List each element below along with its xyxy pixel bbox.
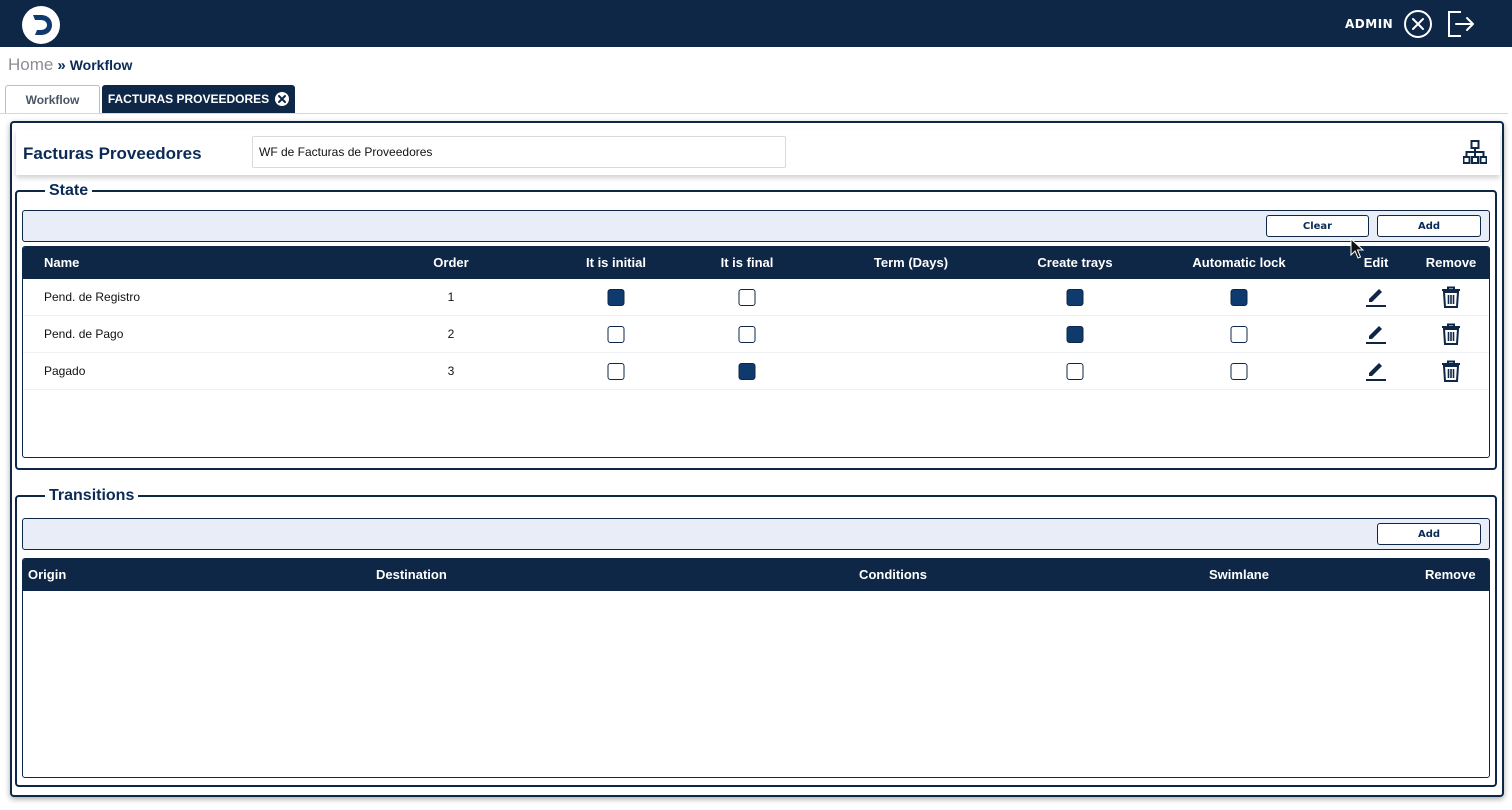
col-create-trays[interactable]: Create trays [1037,247,1112,279]
trash-icon[interactable] [1439,359,1463,383]
col-swimlane[interactable]: Swimlane [1209,559,1269,591]
transitions-toolbar [22,518,1490,550]
table-row[interactable]: Pend. de Pago 2 [23,316,1489,353]
edit-icon[interactable] [1364,285,1388,309]
trash-icon[interactable] [1439,285,1463,309]
it-is-final-checkbox[interactable] [738,363,756,380]
mouse-cursor-icon [1350,237,1365,260]
col-name[interactable]: Name [44,247,79,279]
create-trays-checkbox[interactable] [1066,326,1084,343]
trash-icon[interactable] [1439,322,1463,346]
state-name: Pend. de Pago [44,327,124,341]
col-remove: Remove [1425,255,1477,270]
col-it-is-initial[interactable]: It is initial [586,247,646,279]
app-logo[interactable] [22,6,60,44]
col-edit: Edit [1363,255,1389,270]
tab-label: FACTURAS PROVEEDORES [107,92,270,106]
automatic-lock-checkbox[interactable] [1230,289,1248,306]
edit-icon[interactable] [1364,322,1388,346]
transitions-legend: Transitions [45,487,139,505]
it-is-initial-checkbox[interactable] [607,289,625,306]
it-is-initial-checkbox[interactable] [607,326,625,343]
state-table-header: Name Order It is initial It is final Ter… [23,247,1489,279]
col-term-days[interactable]: Term (Days) [874,247,948,279]
workflow-description-input[interactable] [252,136,786,168]
state-order: 3 [447,364,455,378]
col-destination[interactable]: Destination [376,559,447,591]
add-state-button[interactable]: Add [1377,215,1481,237]
clear-button[interactable]: Clear [1266,215,1369,237]
create-trays-checkbox[interactable] [1066,289,1084,306]
user-label[interactable]: ADMIN [1345,17,1393,31]
transitions-table-header: Origin Destination Conditions Swimlane R… [23,559,1489,591]
it-is-final-checkbox[interactable] [738,326,756,343]
col-conditions[interactable]: Conditions [859,559,927,591]
transitions-table: Origin Destination Conditions Swimlane R… [22,558,1490,778]
it-is-initial-checkbox[interactable] [607,363,625,380]
tab-label: Workflow [25,92,80,107]
col-origin[interactable]: Origin [28,559,66,591]
automatic-lock-checkbox[interactable] [1230,326,1248,343]
breadcrumb-home[interactable]: Home [8,55,53,75]
close-tab-icon[interactable] [275,92,290,106]
circle-x-icon[interactable] [1403,9,1433,39]
breadcrumb: Home » Workflow [8,55,132,75]
hierarchy-icon[interactable] [1462,140,1488,166]
tab-facturas-proveedores[interactable]: FACTURAS PROVEEDORES [102,85,295,113]
state-table: Name Order It is initial It is final Ter… [22,246,1490,458]
breadcrumb-separator: » [57,56,66,74]
state-order: 1 [447,290,455,304]
state-name: Pagado [44,364,86,378]
automatic-lock-checkbox[interactable] [1230,363,1248,380]
tab-workflow[interactable]: Workflow [5,85,100,113]
col-remove: Remove [1425,567,1476,582]
tabs-divider [0,113,1508,114]
it-is-final-checkbox[interactable] [738,289,756,306]
table-row[interactable]: Pagado 3 [23,353,1489,390]
col-order[interactable]: Order [433,247,468,279]
col-it-is-final[interactable]: It is final [721,247,774,279]
logout-icon[interactable] [1446,9,1476,39]
workflow-title: Facturas Proveedores [23,144,202,163]
col-automatic-lock[interactable]: Automatic lock [1192,247,1285,279]
state-order: 2 [447,327,455,341]
top-bar: ADMIN [0,0,1512,47]
breadcrumb-current: Workflow [69,57,133,73]
edit-icon[interactable] [1364,359,1388,383]
add-transition-button[interactable]: Add [1377,523,1481,545]
table-row[interactable]: Pend. de Registro 1 [23,279,1489,316]
state-legend: State [45,182,93,200]
create-trays-checkbox[interactable] [1066,363,1084,380]
state-name: Pend. de Registro [44,290,141,304]
